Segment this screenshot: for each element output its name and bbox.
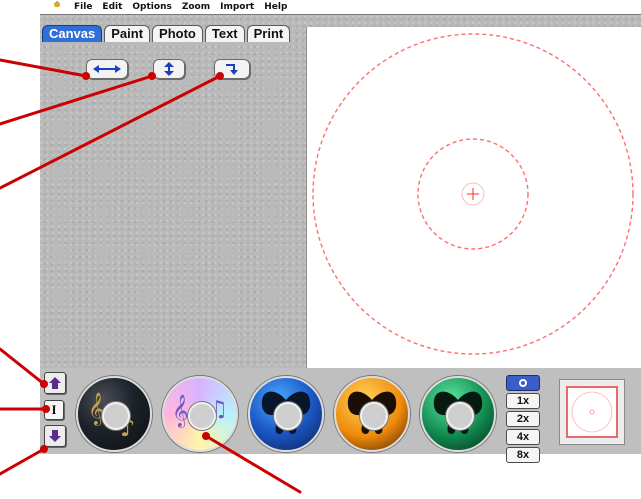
disc-thumbnail-music-pastel[interactable]: 𝄞 ♫ <box>162 376 238 452</box>
disc-thumbnail-butterfly-green[interactable] <box>420 376 496 452</box>
arrow-left-right-icon <box>93 65 121 73</box>
zoom-8x-button[interactable]: 8x <box>506 447 540 463</box>
tab-photo[interactable]: Photo <box>152 25 203 42</box>
tab-paint[interactable]: Paint <box>104 25 151 42</box>
tab-text[interactable]: Text <box>204 25 245 42</box>
menu-help[interactable]: Help <box>264 0 287 14</box>
menu-import[interactable]: Import <box>220 0 254 14</box>
menu-bar: File Edit Options Zoom Import Help <box>40 0 641 15</box>
menu-options[interactable]: Options <box>132 0 171 14</box>
disc-thumbnail-butterfly-blue[interactable] <box>248 376 324 452</box>
menu-zoom[interactable]: Zoom <box>182 0 210 14</box>
callout-line-down <box>0 447 46 476</box>
down-arrow-icon <box>49 430 61 442</box>
disc-thumbnail-music-dark[interactable]: 𝄞 ♪ <box>76 376 152 452</box>
zoom-controls: 1x 2x 4x 8x <box>506 375 540 463</box>
scroll-indicator[interactable]: I <box>44 400 64 420</box>
menu-edit[interactable]: Edit <box>102 0 122 14</box>
flip-vertical-button[interactable] <box>153 59 185 79</box>
disc-hole <box>274 402 302 430</box>
zoom-4x-button[interactable]: 4x <box>506 429 540 445</box>
up-arrow-icon <box>49 377 61 389</box>
disc-hole <box>102 402 130 430</box>
scroll-up-button[interactable] <box>44 372 66 394</box>
arrow-up-down-icon <box>164 62 174 76</box>
disc-guides <box>312 33 634 355</box>
canvas-thumbnail[interactable] <box>566 386 618 438</box>
thumbnail-guides <box>571 391 613 433</box>
menu-file[interactable]: File <box>74 0 92 14</box>
disc-thumbnail-butterfly-orange[interactable] <box>334 376 410 452</box>
svg-text:𝄞: 𝄞 <box>172 394 189 428</box>
apple-icon[interactable] <box>50 1 64 13</box>
disc-view-icon[interactable] <box>506 375 540 391</box>
tab-print[interactable]: Print <box>246 25 291 42</box>
disc-hole <box>188 402 216 430</box>
callout-line-up <box>0 347 46 386</box>
disc-hole <box>446 402 474 430</box>
canvas-preview[interactable] <box>306 27 641 373</box>
canvas-thumbnail-frame[interactable] <box>559 379 625 445</box>
zoom-2x-button[interactable]: 2x <box>506 411 540 427</box>
disc-hole <box>360 402 388 430</box>
zoom-1x-button[interactable]: 1x <box>506 393 540 409</box>
flip-horizontal-button[interactable] <box>86 59 128 79</box>
tab-bar: Canvas Paint Photo Text Print <box>42 25 292 43</box>
rotate-arrow-icon <box>226 64 238 75</box>
scroll-down-button[interactable] <box>44 425 66 447</box>
tab-canvas[interactable]: Canvas <box>42 25 103 42</box>
rotate-button[interactable] <box>214 59 250 79</box>
